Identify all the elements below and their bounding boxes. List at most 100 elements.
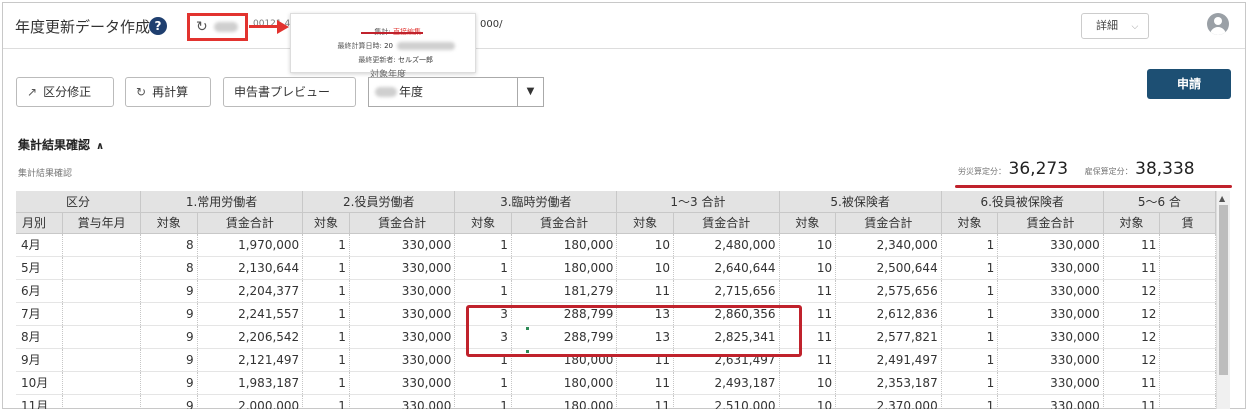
- history-indicator[interactable]: ↻: [187, 13, 248, 41]
- value-cell[interactable]: 8: [140, 233, 198, 257]
- value-cell[interactable]: 1: [454, 233, 512, 257]
- value-cell[interactable]: 2,640,644: [673, 256, 780, 280]
- scroll-up-icon[interactable]: ▲: [1219, 194, 1225, 203]
- table-row[interactable]: 11月 9 2,000,000 1 330,000 1 180,000 11 2,510,000…: [16, 394, 1216, 409]
- value-cell[interactable]: 9: [140, 348, 198, 372]
- value-cell[interactable]: 2,491,497: [835, 348, 942, 372]
- value-cell[interactable]: 330,000: [997, 371, 1104, 395]
- value-cell[interactable]: [1159, 233, 1216, 257]
- value-cell[interactable]: 1: [302, 302, 350, 326]
- value-cell[interactable]: 9: [140, 325, 198, 349]
- value-cell[interactable]: 10: [616, 256, 674, 280]
- value-cell[interactable]: 2,000,000: [197, 394, 304, 409]
- vertical-scrollbar[interactable]: ▲: [1216, 191, 1230, 409]
- value-cell[interactable]: 2,353,187: [835, 371, 942, 395]
- month-cell[interactable]: 7月: [16, 302, 64, 326]
- value-cell[interactable]: 12: [1103, 325, 1161, 349]
- value-cell[interactable]: 11: [616, 394, 674, 409]
- value-cell[interactable]: 10: [779, 394, 837, 409]
- value-cell[interactable]: 2,577,821: [835, 325, 942, 349]
- value-cell[interactable]: 330,000: [997, 325, 1104, 349]
- bonus-month-cell[interactable]: [62, 279, 141, 303]
- value-cell[interactable]: 11: [1103, 394, 1161, 409]
- value-cell[interactable]: 330,000: [997, 302, 1104, 326]
- help-icon[interactable]: ?: [149, 17, 167, 35]
- value-cell[interactable]: 2,500,644: [835, 256, 942, 280]
- month-cell[interactable]: 4月: [16, 233, 64, 257]
- value-cell[interactable]: 181,279: [511, 279, 618, 303]
- month-cell[interactable]: 8月: [16, 325, 64, 349]
- value-cell[interactable]: 2,612,836: [835, 302, 942, 326]
- value-cell[interactable]: 12: [1103, 279, 1161, 303]
- apply-button[interactable]: 申請: [1147, 69, 1231, 99]
- section-title[interactable]: 集計結果確認 ∧: [18, 136, 104, 153]
- value-cell[interactable]: 9: [140, 394, 198, 409]
- year-select[interactable]: 年度 ▼: [368, 77, 544, 107]
- value-cell[interactable]: 2,206,542: [197, 325, 304, 349]
- value-cell[interactable]: 1: [941, 371, 999, 395]
- value-cell[interactable]: 9: [140, 279, 198, 303]
- value-cell[interactable]: 330,000: [349, 302, 456, 326]
- value-cell[interactable]: 1: [302, 325, 350, 349]
- value-cell[interactable]: 330,000: [349, 256, 456, 280]
- value-cell[interactable]: 11: [616, 371, 674, 395]
- month-cell[interactable]: 11月: [16, 394, 64, 409]
- value-cell[interactable]: 1: [941, 302, 999, 326]
- value-cell[interactable]: 2,340,000: [835, 233, 942, 257]
- bonus-month-cell[interactable]: [62, 348, 141, 372]
- bonus-month-cell[interactable]: [62, 394, 141, 409]
- value-cell[interactable]: 11: [779, 279, 837, 303]
- recalc-button[interactable]: ↻ 再計算: [125, 77, 211, 107]
- bonus-month-cell[interactable]: [62, 256, 141, 280]
- value-cell[interactable]: 2,370,000: [835, 394, 942, 409]
- month-cell[interactable]: 9月: [16, 348, 64, 372]
- month-cell[interactable]: 6月: [16, 279, 64, 303]
- detail-dropdown[interactable]: 詳細 ⌵: [1081, 13, 1149, 39]
- value-cell[interactable]: 330,000: [349, 325, 456, 349]
- value-cell[interactable]: 1: [302, 256, 350, 280]
- value-cell[interactable]: 180,000: [511, 256, 618, 280]
- user-avatar-icon[interactable]: [1207, 13, 1229, 35]
- preview-button[interactable]: 申告書プレビュー: [223, 77, 356, 107]
- bonus-month-cell[interactable]: [62, 302, 141, 326]
- bonus-month-cell[interactable]: [62, 233, 141, 257]
- value-cell[interactable]: 9: [140, 371, 198, 395]
- value-cell[interactable]: 330,000: [349, 348, 456, 372]
- table-row[interactable]: 4月 8 1,970,000 1 330,000 1 180,000 10 2,480,000 1…: [16, 233, 1216, 257]
- value-cell[interactable]: 11: [616, 279, 674, 303]
- value-cell[interactable]: 1: [302, 371, 350, 395]
- classify-button[interactable]: ↗ 区分修正: [16, 77, 114, 107]
- value-cell[interactable]: 1,970,000: [197, 233, 304, 257]
- value-cell[interactable]: 180,000: [511, 371, 618, 395]
- value-cell[interactable]: 1: [941, 325, 999, 349]
- value-cell[interactable]: [1159, 394, 1216, 409]
- value-cell[interactable]: 330,000: [349, 279, 456, 303]
- value-cell[interactable]: 180,000: [511, 394, 618, 409]
- table-row[interactable]: 10月 9 1,983,187 1 330,000 1 180,000 11 2,493,187…: [16, 371, 1216, 395]
- value-cell[interactable]: 330,000: [997, 256, 1104, 280]
- value-cell[interactable]: 330,000: [997, 279, 1104, 303]
- value-cell[interactable]: 180,000: [511, 233, 618, 257]
- value-cell[interactable]: 1: [941, 394, 999, 409]
- table-row[interactable]: 6月 9 2,204,377 1 330,000 1 181,279 11 2,715,656 1…: [16, 279, 1216, 303]
- value-cell[interactable]: 1: [454, 256, 512, 280]
- value-cell[interactable]: 12: [1103, 348, 1161, 372]
- value-cell[interactable]: 330,000: [997, 233, 1104, 257]
- value-cell[interactable]: 11: [1103, 371, 1161, 395]
- value-cell[interactable]: 1: [941, 279, 999, 303]
- bonus-month-cell[interactable]: [62, 325, 141, 349]
- value-cell[interactable]: 1,983,187: [197, 371, 304, 395]
- table-row[interactable]: 5月 8 2,130,644 1 330,000 1 180,000 10 2,640,644 1…: [16, 256, 1216, 280]
- value-cell[interactable]: 330,000: [997, 394, 1104, 409]
- value-cell[interactable]: [1159, 348, 1216, 372]
- value-cell[interactable]: [1159, 256, 1216, 280]
- value-cell[interactable]: 1: [941, 256, 999, 280]
- value-cell[interactable]: 1: [302, 279, 350, 303]
- value-cell[interactable]: 2,241,557: [197, 302, 304, 326]
- value-cell[interactable]: 2,480,000: [673, 233, 780, 257]
- value-cell[interactable]: 12: [1103, 302, 1161, 326]
- value-cell[interactable]: 11: [1103, 233, 1161, 257]
- value-cell[interactable]: 2,121,497: [197, 348, 304, 372]
- value-cell[interactable]: 11: [1103, 256, 1161, 280]
- value-cell[interactable]: [1159, 371, 1216, 395]
